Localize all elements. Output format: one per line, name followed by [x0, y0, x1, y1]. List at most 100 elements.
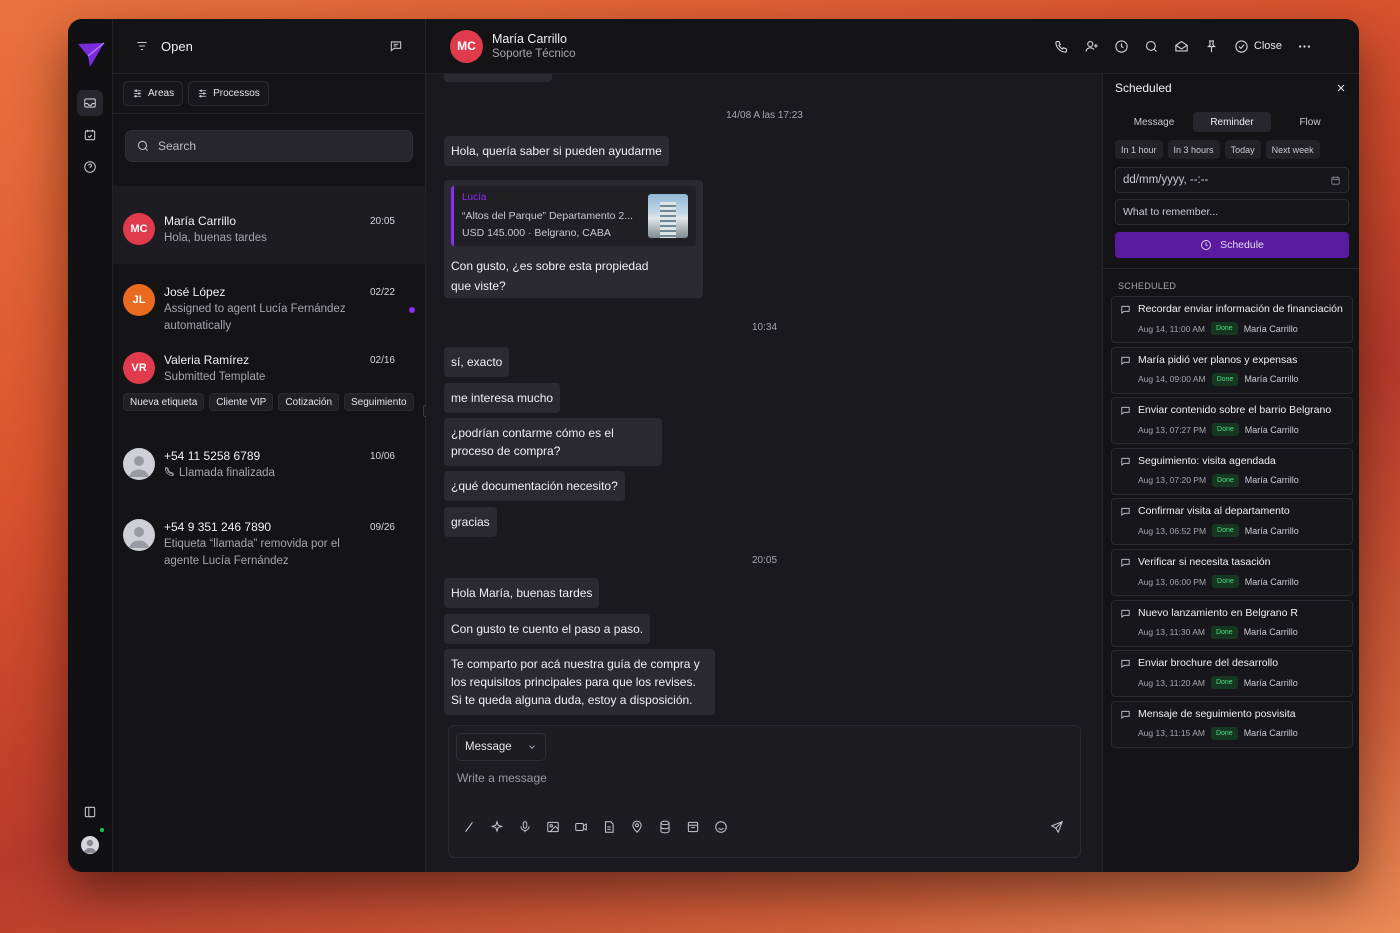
schedule-button[interactable]: Schedule	[1115, 232, 1349, 258]
conversation-preview: Hola, buenas tardes	[164, 232, 267, 244]
list-title[interactable]: Open	[161, 39, 193, 54]
image-icon[interactable]	[546, 820, 560, 834]
phone-icon[interactable]	[1054, 39, 1069, 54]
tag-chip[interactable]: Cliente VIP	[209, 393, 274, 411]
conversation-preview: Assigned to agent Lucía Fernández automa…	[164, 303, 346, 332]
quick-option-today[interactable]: Today	[1224, 140, 1261, 159]
toggle-sidebar-button[interactable]	[77, 799, 103, 825]
scheduled-item[interactable]: Confirmar visita al departamento Aug 13, …	[1111, 498, 1353, 546]
send-button[interactable]	[1050, 820, 1064, 837]
conversation-item-phone-2[interactable]: +54 9 351 246 7890 09/26 Etiqueta “llama…	[113, 494, 425, 574]
message-type-select[interactable]: Message	[456, 733, 546, 761]
contact-name: Valeria Ramírez	[164, 353, 250, 367]
status-badge: Done	[1210, 625, 1238, 639]
scheduled-item-title: Mensaje de seguimiento posvisita	[1138, 707, 1296, 720]
tag-chip[interactable]: Cotización	[278, 393, 340, 411]
schedule-label: Schedule	[1220, 239, 1264, 251]
slash-command-icon[interactable]	[462, 820, 476, 834]
chat-header: MC María Carrillo Soporte Técnico Close	[426, 19, 1359, 74]
close-icon[interactable]	[1335, 82, 1347, 94]
scheduled-item-contact: María Carrillo	[1243, 323, 1298, 334]
scheduled-item[interactable]: Verificar si necesita tasación Aug 13, 06…	[1111, 549, 1353, 596]
scheduled-item[interactable]: Nuevo lanzamiento en Belgrano R Aug 13, 1…	[1111, 599, 1353, 647]
datetime-input[interactable]	[1123, 174, 1323, 186]
tab-flow[interactable]: Flow	[1271, 112, 1349, 132]
contact-avatar: MC	[123, 213, 155, 245]
pin-icon[interactable]	[1204, 39, 1219, 54]
tag-chip[interactable]: Nueva etiqueta	[123, 393, 205, 411]
scheduled-item[interactable]: Enviar brochure del desarrollo Aug 13, 11…	[1111, 650, 1353, 698]
quoted-property[interactable]: Lucía “Altos del Parque” Departamento 2.…	[451, 186, 696, 246]
inbox-nav-button[interactable]	[77, 90, 103, 116]
conversation-item-jose[interactable]: JL José López 02/22 Assigned to agent Lu…	[113, 264, 425, 342]
processos-filter-button[interactable]: Processos	[188, 81, 269, 106]
conversation-time: 09/26	[369, 522, 395, 533]
close-conversation-button[interactable]: Close	[1234, 39, 1282, 54]
scheduled-item-date: Aug 13, 06:00 PM	[1138, 576, 1207, 587]
panel-title: Scheduled	[1115, 81, 1172, 95]
location-pin-icon[interactable]	[630, 820, 644, 834]
scheduled-item[interactable]: María pidió ver planos y expensas Aug 14,…	[1111, 346, 1353, 394]
database-icon[interactable]	[658, 820, 672, 834]
chat-bubble-icon	[1121, 710, 1130, 719]
microphone-icon[interactable]	[518, 820, 532, 834]
nav-rail	[68, 19, 113, 872]
status-badge: Done	[1210, 322, 1238, 335]
message-list[interactable]: 14/08 A las 17:23 Hola, quería saber si …	[426, 74, 1103, 724]
reminder-note-input[interactable]	[1123, 206, 1323, 218]
video-icon[interactable]	[574, 820, 588, 834]
conversation-item-phone-1[interactable]: +54 11 5258 6789 10/06 Llamada finalizad…	[113, 422, 425, 494]
conversation-item-maria[interactable]: MC María Carrillo 20:05 Hola, buenas tar…	[113, 186, 425, 264]
calendar-nav-button[interactable]	[77, 122, 103, 148]
help-nav-button[interactable]	[77, 154, 103, 180]
previous-message-bubble	[444, 74, 552, 82]
search-box	[125, 130, 413, 162]
areas-filter-button[interactable]: Areas	[123, 81, 184, 106]
scheduled-item[interactable]: Enviar contenido sobre el barrio Belgran…	[1111, 397, 1353, 445]
chat-bubble-icon	[1121, 457, 1130, 466]
status-badge: Done	[1212, 524, 1239, 538]
emoji-icon[interactable]	[714, 820, 728, 834]
search-icon	[137, 140, 149, 152]
contact-info[interactable]: María Carrillo Soporte Técnico	[492, 32, 576, 60]
tab-message[interactable]: Message	[1115, 112, 1193, 132]
contact-avatar-placeholder	[123, 448, 155, 480]
date-separator: 14/08 A las 17:23	[726, 110, 803, 121]
template-icon[interactable]	[686, 820, 700, 834]
message-input[interactable]	[457, 771, 1057, 801]
contact-name: +54 9 351 246 7890	[164, 520, 272, 534]
search-input[interactable]	[158, 139, 378, 153]
clock-icon[interactable]	[1114, 39, 1129, 54]
scheduled-item[interactable]: Recordar enviar información de financiac…	[1111, 296, 1353, 343]
ai-sparkle-icon[interactable]	[490, 820, 504, 834]
tag-chip[interactable]: Seguimiento	[344, 393, 414, 411]
message-bubble: Hola, quería saber si pueden ayudarme	[444, 136, 669, 166]
contact-name: José López	[164, 285, 226, 299]
mail-open-icon[interactable]	[1174, 39, 1189, 54]
scheduled-item-title: Confirmar visita al departamento	[1138, 505, 1290, 518]
scheduled-item-title: María pidió ver planos y expensas	[1138, 353, 1298, 366]
scheduled-item-meta: Aug 13, 07:27 PM Done María Carrillo	[1138, 423, 1299, 437]
quick-option-1h[interactable]: In 1 hour	[1115, 140, 1163, 159]
more-options-icon[interactable]	[1297, 39, 1312, 54]
new-chat-icon[interactable]	[389, 39, 403, 53]
document-icon[interactable]	[602, 820, 616, 834]
contact-name: +54 11 5258 6789	[164, 449, 261, 463]
processos-filter-label: Processos	[213, 88, 260, 99]
areas-filter-label: Areas	[148, 88, 175, 99]
composer-toolbar	[462, 820, 728, 834]
scheduled-header: Scheduled	[1103, 74, 1359, 102]
user-avatar[interactable]	[81, 836, 99, 854]
scheduled-item[interactable]: Seguimiento: visita agendada Aug 13, 07:2…	[1111, 447, 1353, 495]
quick-option-next-week[interactable]: Next week	[1265, 140, 1320, 159]
calendar-icon[interactable]	[1330, 175, 1341, 186]
scheduled-item-contact: María Carrillo	[1243, 677, 1298, 688]
scheduled-item[interactable]: Mensaje de seguimiento posvisita Aug 13, …	[1111, 700, 1353, 748]
quick-option-3h[interactable]: In 3 hours	[1167, 140, 1220, 159]
assign-user-icon[interactable]	[1084, 39, 1099, 54]
filter-lines-icon[interactable]	[135, 39, 149, 53]
contact-avatar[interactable]: MC	[450, 29, 483, 63]
contact-department: Soporte Técnico	[492, 48, 576, 60]
search-icon[interactable]	[1144, 39, 1159, 54]
tab-reminder[interactable]: Reminder	[1193, 112, 1271, 132]
